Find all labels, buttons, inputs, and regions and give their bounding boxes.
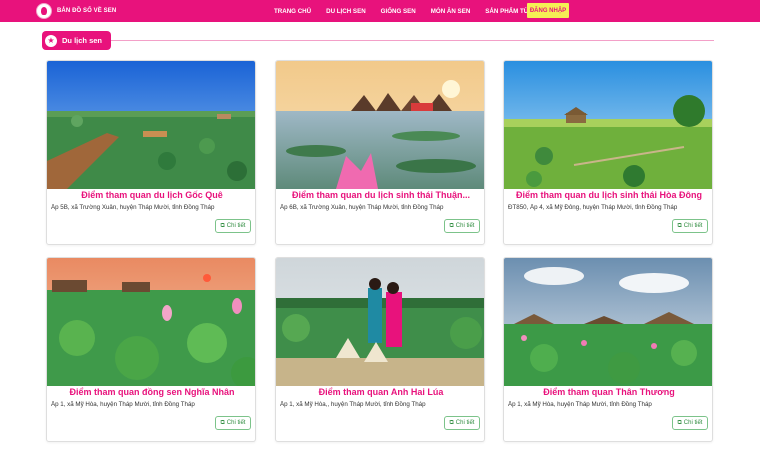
section-title-pill: ★ Du lịch sen [42, 31, 111, 50]
nav-mon-an-sen[interactable]: MÓN ĂN SEN [431, 8, 471, 15]
external-link-icon: ⧉ [449, 222, 454, 229]
detail-button[interactable]: ⧉ Chi tiết [672, 416, 708, 430]
card-photo[interactable] [47, 258, 255, 386]
card-title[interactable]: Điểm tham quan du lịch sinh thái Hòa Đôn… [508, 190, 710, 200]
section-divider [111, 40, 714, 41]
card-photo[interactable] [47, 61, 255, 189]
brand[interactable]: BẢN ĐỒ SỐ VỀ SEN [36, 2, 116, 20]
detail-button[interactable]: ⧉ Chi tiết [444, 416, 480, 430]
lotus-logo-icon [36, 3, 52, 19]
detail-label: Chi tiết [226, 223, 246, 229]
card-photo[interactable] [504, 258, 712, 386]
nav-du-lich-sen[interactable]: DU LỊCH SEN [326, 8, 366, 15]
card-photo[interactable] [504, 61, 712, 189]
tour-card[interactable]: Điểm tham quan đồng sen Nghĩa Nhân Ấp 1,… [46, 257, 256, 442]
card-title[interactable]: Điểm tham quan Anh Hai Lúa [280, 387, 482, 397]
card-title[interactable]: Điểm tham quan du lịch Gốc Quê [51, 190, 253, 200]
card-address: Ấp 1, xã Mỹ Hòa, huyện Tháp Mười, tỉnh Đ… [508, 401, 652, 408]
external-link-icon: ⧉ [677, 222, 682, 229]
detail-label: Chi tiết [455, 420, 475, 426]
brand-title: BẢN ĐỒ SỐ VỀ SEN [57, 8, 117, 14]
card-address: Ấp 6B, xã Trường Xuân, huyện Tháp Mười, … [280, 204, 444, 211]
nav-giong-sen[interactable]: GIỐNG SEN [381, 8, 416, 15]
section-header: ★ Du lịch sen [42, 31, 714, 51]
star-icon: ★ [45, 34, 57, 47]
detail-button[interactable]: ⧉ Chi tiết [444, 219, 480, 233]
card-photo[interactable] [276, 258, 484, 386]
card-title[interactable]: Điểm tham quan du lịch sinh thái Thuận..… [280, 190, 482, 200]
section-title: Du lịch sen [62, 36, 103, 45]
tour-card[interactable]: Điểm tham quan Thân Thương Ấp 1, xã Mỹ H… [503, 257, 713, 442]
detail-label: Chi tiết [455, 223, 475, 229]
card-title[interactable]: Điểm tham quan Thân Thương [508, 387, 710, 397]
tour-card[interactable]: Điểm tham quan du lịch sinh thái Hòa Đôn… [503, 60, 713, 245]
detail-label: Chi tiết [226, 420, 246, 426]
external-link-icon: ⧉ [220, 419, 225, 426]
card-title[interactable]: Điểm tham quan đồng sen Nghĩa Nhân [51, 387, 253, 397]
detail-button[interactable]: ⧉ Chi tiết [215, 219, 251, 233]
card-address: Ấp 1, xã Mỹ Hòa,, huyện Tháp Mười, tỉnh … [280, 401, 426, 408]
detail-button[interactable]: ⧉ Chi tiết [672, 219, 708, 233]
tour-card[interactable]: Điểm tham quan Anh Hai Lúa Ấp 1, xã Mỹ H… [275, 257, 485, 442]
card-address: Ấp 5B, xã Trường Xuân, huyện Tháp Mười, … [51, 204, 215, 211]
card-address: Ấp 1, xã Mỹ Hòa, huyện Tháp Mười, tỉnh Đ… [51, 401, 195, 408]
external-link-icon: ⧉ [677, 419, 682, 426]
external-link-icon: ⧉ [449, 419, 454, 426]
nav-trang-chu[interactable]: TRANG CHỦ [274, 8, 311, 15]
login-button[interactable]: ĐĂNG NHẬP [527, 3, 569, 18]
top-navbar: BẢN ĐỒ SỐ VỀ SEN TRANG CHỦ DU LỊCH SEN G… [0, 0, 760, 22]
detail-button[interactable]: ⧉ Chi tiết [215, 416, 251, 430]
external-link-icon: ⧉ [220, 222, 225, 229]
tour-card[interactable]: Điểm tham quan du lịch sinh thái Thuận..… [275, 60, 485, 245]
detail-label: Chi tiết [683, 223, 703, 229]
card-address: ĐT850, Ấp 4, xã Mỹ Đông, huyện Tháp Mười… [508, 204, 678, 211]
detail-label: Chi tiết [683, 420, 703, 426]
card-photo[interactable] [276, 61, 484, 189]
tour-card[interactable]: Điểm tham quan du lịch Gốc Quê Ấp 5B, xã… [46, 60, 256, 245]
main-nav: TRANG CHỦ DU LỊCH SEN GIỐNG SEN MÓN ĂN S… [274, 0, 558, 22]
